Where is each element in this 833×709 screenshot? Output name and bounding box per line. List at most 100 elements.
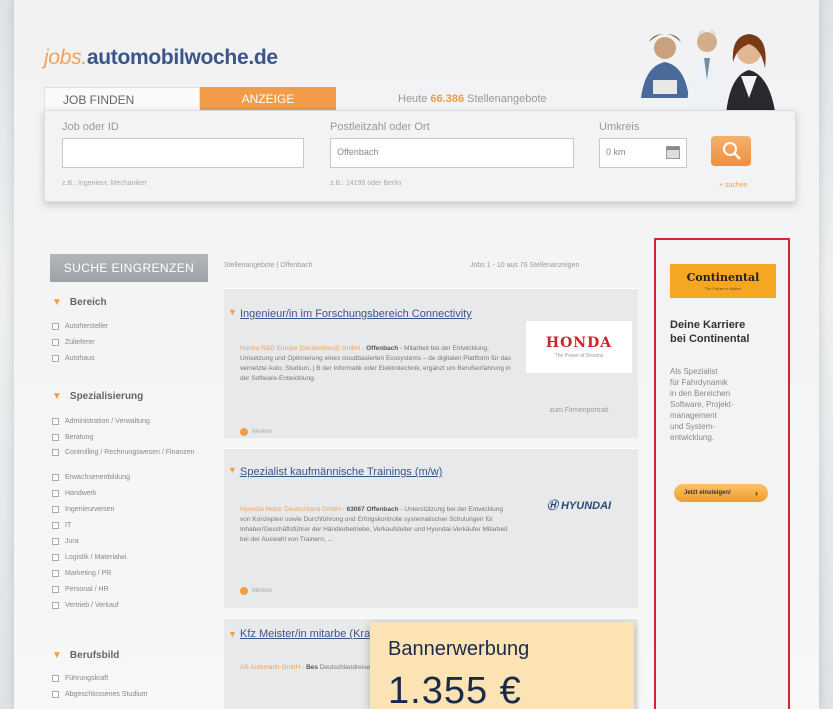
checkbox[interactable] <box>52 691 59 698</box>
filter-option[interactable]: Controlling / Rechnungswesen / Finanzen <box>52 449 212 456</box>
filter-option[interactable]: Abgeschlossenes Studium <box>52 691 212 698</box>
checkbox[interactable] <box>52 586 59 593</box>
checkbox[interactable] <box>52 506 59 513</box>
location-input[interactable]: Offenbach <box>330 138 574 168</box>
group-bereich[interactable]: ▼ Bereich <box>52 297 107 308</box>
filter-option[interactable]: Beratung <box>52 434 212 441</box>
job-location: 63067 Offenbach <box>346 506 399 513</box>
checkbox[interactable] <box>52 570 59 577</box>
filter-option-label: Marketing / PR <box>65 570 112 577</box>
save-job-button[interactable]: Merken <box>240 428 272 436</box>
banner-headline: Deine Karriere bei Continental <box>670 318 749 346</box>
company-portrait-link[interactable]: zum Firmenportrait <box>524 407 634 414</box>
filter-option-label: Ingenieurwesen <box>65 506 115 513</box>
checkbox[interactable] <box>52 355 59 362</box>
location-hint: z.B.: 14199 oder Berlin <box>330 180 402 187</box>
checkbox[interactable] <box>52 339 59 346</box>
company-logo-honda[interactable]: HONDA The Power of Dreams <box>526 321 632 373</box>
checkbox[interactable] <box>52 602 59 609</box>
filter-option-label: Autohersteller <box>65 323 109 330</box>
filter-option-label: Jura <box>65 538 79 545</box>
save-label: Merken <box>252 588 273 594</box>
filter-option-label: Abgeschlossenes Studium <box>65 691 148 698</box>
filter-option[interactable]: Vertrieb / Verkauf <box>52 602 212 609</box>
radius-dropdown-icon[interactable] <box>666 146 680 159</box>
continental-logo[interactable]: Continental The Future in Motion <box>670 264 776 298</box>
search-button[interactable] <box>711 136 751 166</box>
checkbox[interactable] <box>52 490 59 497</box>
brand-name: Continental <box>686 271 760 284</box>
filter-option[interactable]: Zulieferer <box>52 339 212 346</box>
results-breadcrumb: Stellenangebote | Offenbach <box>224 262 313 269</box>
checkbox[interactable] <box>52 418 59 425</box>
today-count: 66.386 <box>430 93 465 105</box>
price-overlay: Bannerwerbung 1.355 € <box>370 622 634 709</box>
filter-option-label: Erwachsenenbildung <box>65 474 130 481</box>
filter-option[interactable]: Autohersteller <box>52 323 212 330</box>
group-label: Berufsbild <box>69 650 120 661</box>
site-logo[interactable]: jobs.automobilwoche.de <box>44 46 278 70</box>
job-company[interactable]: Honda R&D Europe (Deutschland) GmbH <box>240 345 360 352</box>
today-suffix: Stellenangebote <box>467 93 547 105</box>
save-label: Merken <box>252 429 273 435</box>
filter-option[interactable]: Marketing / PR <box>52 570 212 577</box>
group-berufsbild[interactable]: ▼ Berufsbild <box>52 650 119 661</box>
job-snippet: Honda R&D Europe (Deutschland) GmbH · Of… <box>240 345 511 382</box>
logo-prefix: jobs. <box>44 46 87 69</box>
checkbox[interactable] <box>52 434 59 441</box>
filter-option-label: Logistik / Materialwi. <box>65 554 129 561</box>
logo-text: HONDA <box>545 335 613 351</box>
radius-label: Umkreis <box>599 121 640 133</box>
tab-job-finden[interactable]: JOB FINDEN <box>44 87 200 111</box>
checkbox[interactable] <box>52 538 59 545</box>
filter-option[interactable]: Autohaus <box>52 355 212 362</box>
banner-ad[interactable]: Continental The Future in Motion Deine K… <box>654 238 790 709</box>
location-field-label: Postleitzahl oder Ort <box>330 121 430 133</box>
expand-triangle-icon: ▼ <box>52 297 62 308</box>
job-card[interactable]: ▼ Spezialist kaufmännische Trainings (m/… <box>224 448 638 608</box>
group-spezialisierung[interactable]: ▼ Spezialisierung <box>52 391 143 402</box>
job-location: Bes <box>306 664 319 671</box>
job-card[interactable]: ▼ Ingenieur/in im Forschungsbereich Conn… <box>224 288 638 438</box>
logo-subtext: The Power of Dreams <box>554 353 604 359</box>
checkbox[interactable] <box>52 522 59 529</box>
banner-cta-button[interactable]: Jetzt einsteigen! › <box>674 484 768 502</box>
filter-option-label: Controlling / Rechnungswesen / Finanzen <box>65 449 195 456</box>
expand-triangle-icon: ▼ <box>52 391 62 402</box>
expand-triangle-icon: ▼ <box>228 307 237 317</box>
save-job-button[interactable]: Merken <box>240 587 272 595</box>
job-company[interactable]: Hyundai Motor Deutschland GmbH <box>240 506 341 513</box>
filter-option[interactable]: Erwachsenenbildung <box>52 474 212 481</box>
filter-option[interactable]: Logistik / Materialwi. <box>52 554 212 561</box>
filter-option-label: Beratung <box>65 434 94 441</box>
filter-option[interactable]: Führungskraft <box>52 675 212 682</box>
group-label: Bereich <box>69 297 107 308</box>
filter-option[interactable]: Ingenieurwesen <box>52 506 212 513</box>
filter-option[interactable]: Administration / Verwaltung <box>52 418 212 425</box>
price-label: Bannerwerbung <box>388 638 530 660</box>
checkbox[interactable] <box>52 323 59 330</box>
job-title-link[interactable]: Ingenieur/in im Forschungsbereich Connec… <box>240 307 480 321</box>
checkbox[interactable] <box>52 449 59 456</box>
today-count-text: Heute 66.386 Stellenangebote <box>398 93 547 105</box>
headline-line: Deine Karriere <box>670 319 746 331</box>
banner-text-line: Als Spezialist <box>670 367 718 376</box>
banner-text-line: in den Bereichen <box>670 389 731 398</box>
filter-option[interactable]: Handwerk <box>52 490 212 497</box>
banner-text-line: Software, Projekt- <box>670 400 734 409</box>
plus-icon <box>240 428 248 436</box>
job-company[interactable]: AS Automarkt GmbH <box>240 664 300 671</box>
checkbox[interactable] <box>52 474 59 481</box>
checkbox[interactable] <box>52 554 59 561</box>
job-snippet: Hyundai Motor Deutschland GmbH · 63067 O… <box>240 506 508 543</box>
checkbox[interactable] <box>52 675 59 682</box>
filter-option[interactable]: Personal / HR <box>52 586 212 593</box>
tab-anzeige-schalten[interactable]: ANZEIGE SCHALTEN <box>200 87 336 130</box>
filter-option[interactable]: IT <box>52 522 212 529</box>
job-input[interactable] <box>62 138 304 168</box>
more-search-link[interactable]: + suchen <box>719 182 748 189</box>
company-logo-hyundai[interactable]: Ⓗ HYUNDAI <box>524 497 634 513</box>
price-value: 1.355 € <box>388 670 522 709</box>
filter-option[interactable]: Jura <box>52 538 212 545</box>
job-title-link[interactable]: Spezialist kaufmännische Trainings (m/w) <box>240 465 480 479</box>
